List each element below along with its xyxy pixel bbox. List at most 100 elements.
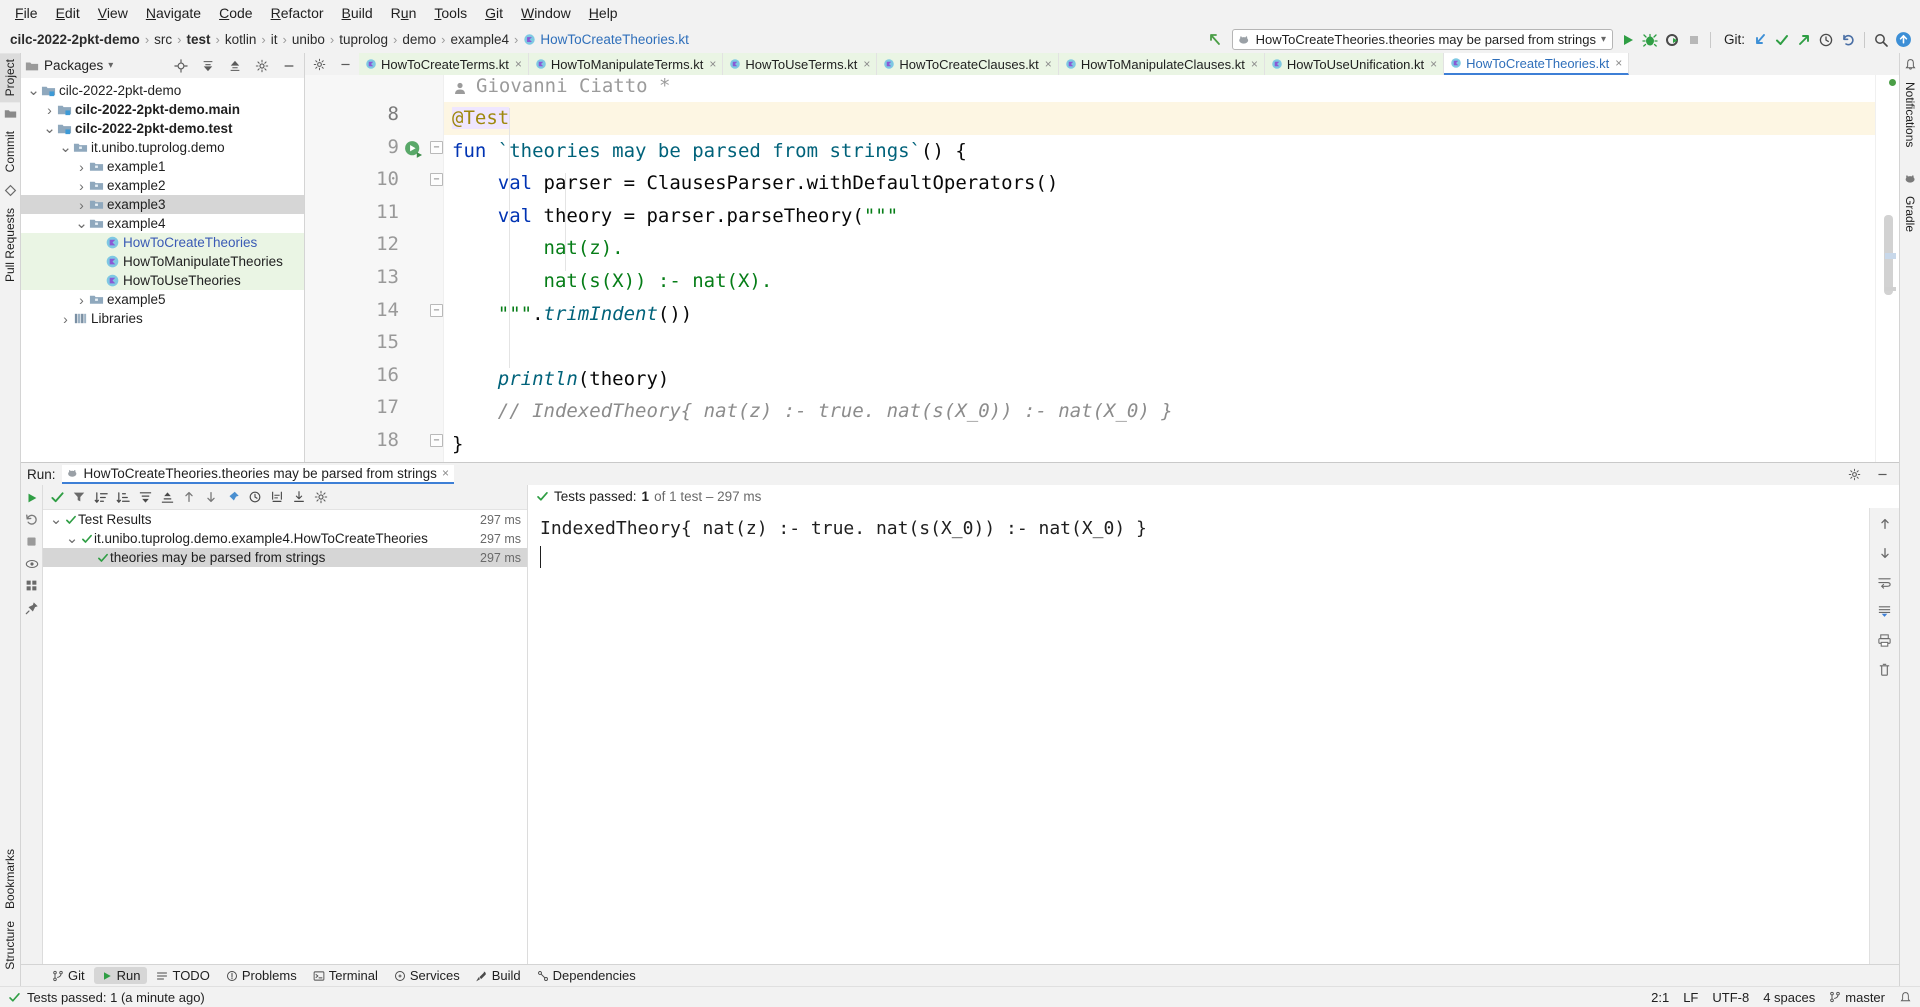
project-tree-row[interactable]: › example1: [21, 157, 304, 176]
search-everywhere-icon[interactable]: [1870, 29, 1892, 51]
debug-button[interactable]: [1639, 29, 1661, 51]
git-rollback-icon[interactable]: [1837, 29, 1859, 51]
menu-item-file[interactable]: File: [6, 2, 47, 24]
project-view-chevron-icon[interactable]: ▾: [108, 60, 113, 71]
project-tree-row[interactable]: ⌄ cilc-2022-2pkt-demo.test: [21, 119, 304, 138]
console-output[interactable]: IndexedTheory{ nat(z) :- true. nat(s(X_0…: [528, 508, 1869, 964]
project-tree-row[interactable]: ⌄ it.unibo.tuprolog.demo: [21, 138, 304, 157]
code-fold-icon-3[interactable]: −: [430, 434, 443, 447]
run-window-hide-icon[interactable]: [1871, 463, 1893, 485]
tree-toggle-icon[interactable]: ⌄: [59, 140, 72, 155]
locate-file-icon[interactable]: [170, 55, 192, 77]
print-icon[interactable]: [1874, 630, 1896, 650]
gradle-elephant-icon[interactable]: [1904, 172, 1917, 185]
previous-failed-test-icon[interactable]: [179, 487, 199, 507]
menu-item-tools[interactable]: Tools: [425, 2, 476, 24]
tree-toggle-icon[interactable]: ⌄: [49, 512, 63, 527]
project-tree-row[interactable]: HowToCreateTheories: [21, 233, 304, 252]
breadcrumb-item-1[interactable]: src: [150, 30, 176, 49]
editor-tab-2[interactable]: HowToUseTerms.kt ×: [723, 53, 878, 75]
editor-tab-6[interactable]: HowToCreateTheories.kt ×: [1444, 53, 1630, 75]
sort-by-duration-icon[interactable]: [113, 487, 133, 507]
project-tree-row[interactable]: HowToUseTheories: [21, 271, 304, 290]
run-with-coverage-button[interactable]: [1661, 29, 1683, 51]
toggle-autotest-icon[interactable]: [22, 554, 42, 573]
menu-item-refactor[interactable]: Refactor: [262, 2, 333, 24]
bottom-tool-problems[interactable]: Problems: [219, 967, 304, 984]
breadcrumb-item-0[interactable]: cilc-2022-2pkt-demo: [6, 30, 144, 49]
tree-toggle-icon[interactable]: ›: [43, 103, 56, 117]
close-icon[interactable]: ×: [1251, 57, 1258, 71]
git-branch-widget[interactable]: master: [1829, 990, 1885, 1005]
menu-item-help[interactable]: Help: [580, 2, 627, 24]
run-button[interactable]: [1617, 29, 1639, 51]
editor-markers[interactable]: [1875, 75, 1899, 462]
hide-project-icon[interactable]: [278, 55, 300, 77]
close-icon[interactable]: ×: [515, 57, 522, 71]
menu-item-code[interactable]: Code: [210, 2, 261, 24]
filter-icon[interactable]: [69, 487, 89, 507]
git-update-icon[interactable]: [1749, 29, 1771, 51]
layout-icon[interactable]: [22, 576, 42, 595]
bottom-tool-build[interactable]: Build: [469, 967, 528, 984]
project-tree-row[interactable]: › example5: [21, 290, 304, 309]
editor-hide-icon[interactable]: [334, 53, 356, 75]
test-autoscroll-icon[interactable]: [223, 487, 243, 507]
up-stack-trace-icon[interactable]: [1874, 514, 1896, 534]
menu-item-window[interactable]: Window: [512, 2, 580, 24]
status-message[interactable]: Tests passed: 1 (a minute ago): [27, 990, 205, 1005]
soft-wrap-icon[interactable]: [1874, 572, 1896, 592]
run-window-settings-icon[interactable]: [1843, 463, 1865, 485]
breadcrumb-item-9[interactable]: HowToCreateTheories.kt: [519, 30, 693, 49]
editor-tab-4[interactable]: HowToManipulateClauses.kt ×: [1058, 53, 1265, 75]
notifications-bell-icon[interactable]: [1904, 58, 1917, 71]
breadcrumb-item-4[interactable]: it: [267, 30, 282, 49]
project-tree[interactable]: ⌄ cilc-2022-2pkt-demo › cilc-2022-2pkt-demo…: [21, 78, 304, 462]
git-push-icon[interactable]: [1793, 29, 1815, 51]
menu-item-view[interactable]: View: [89, 2, 137, 24]
rerun-icon[interactable]: [22, 488, 42, 507]
rerun-failed-icon[interactable]: [22, 510, 42, 529]
notification-widget-icon[interactable]: [1899, 991, 1912, 1004]
bottom-tool-terminal[interactable]: Terminal: [306, 967, 385, 984]
bottom-tool-todo[interactable]: TODO: [149, 967, 216, 984]
test-history-icon[interactable]: [245, 487, 265, 507]
menu-item-build[interactable]: Build: [333, 2, 382, 24]
sidebar-item-commit[interactable]: Commit: [0, 125, 20, 178]
run-tab[interactable]: HowToCreateTheories.theories may be pars…: [61, 464, 454, 484]
show-passed-icon[interactable]: [47, 487, 67, 507]
tree-toggle-icon[interactable]: ⌄: [43, 121, 56, 136]
expand-all-icon[interactable]: [197, 55, 219, 77]
breadcrumb-item-6[interactable]: tuprolog: [335, 30, 392, 49]
bottom-tool-git[interactable]: Git: [45, 967, 92, 984]
code-fold-icon-2[interactable]: −: [430, 303, 443, 317]
sidebar-item-pull-requests[interactable]: Pull Requests: [0, 202, 20, 288]
sidebar-item-project[interactable]: Project: [0, 53, 20, 103]
project-tree-row[interactable]: › example2: [21, 176, 304, 195]
back-arrow-icon[interactable]: [1204, 29, 1226, 51]
collapse-all-tests-icon[interactable]: [157, 487, 177, 507]
breadcrumb-item-5[interactable]: unibo: [288, 30, 329, 49]
menu-item-git[interactable]: Git: [476, 2, 512, 24]
tree-toggle-icon[interactable]: ⌄: [75, 216, 88, 231]
code-fold-icon-0[interactable]: −: [430, 140, 443, 154]
tree-toggle-icon[interactable]: ›: [75, 160, 88, 174]
menu-item-edit[interactable]: Edit: [47, 2, 89, 24]
import-results-icon[interactable]: [289, 487, 309, 507]
export-results-icon[interactable]: [267, 487, 287, 507]
test-results-tree[interactable]: ⌄ Test Results 297 ms ⌄ it.unibo.tuprolog.de…: [43, 509, 527, 964]
project-options-icon[interactable]: [251, 55, 273, 77]
pin-tab-icon[interactable]: [22, 598, 42, 617]
project-tree-row[interactable]: › Libraries: [21, 309, 304, 328]
git-history-icon[interactable]: [1815, 29, 1837, 51]
editor-settings-icon[interactable]: [308, 53, 330, 75]
sidebar-item-notifications[interactable]: Notifications: [1900, 76, 1920, 153]
file-encoding[interactable]: UTF-8: [1712, 990, 1749, 1005]
project-tree-row[interactable]: › cilc-2022-2pkt-demo.main: [21, 100, 304, 119]
indent-setting[interactable]: 4 spaces: [1763, 990, 1815, 1005]
sidebar-item-bookmarks[interactable]: Bookmarks: [0, 843, 20, 915]
chevron-down-icon[interactable]: ▾: [1601, 34, 1606, 45]
close-icon[interactable]: ×: [1045, 57, 1052, 71]
collapse-all-icon[interactable]: [224, 55, 246, 77]
breadcrumb-item-8[interactable]: example4: [446, 30, 513, 49]
